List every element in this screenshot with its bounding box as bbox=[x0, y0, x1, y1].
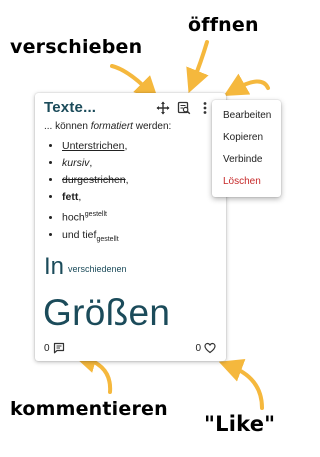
like-button[interactable]: 0 bbox=[195, 342, 216, 354]
context-menu: Bearbeiten Kopieren Verbinde Löschen bbox=[212, 100, 281, 197]
comment-icon[interactable] bbox=[53, 342, 65, 354]
subscript-text: gestellt bbox=[96, 235, 119, 243]
move-icon[interactable] bbox=[156, 101, 170, 115]
callout-open: öffnen bbox=[188, 14, 259, 36]
heart-icon[interactable] bbox=[204, 342, 216, 354]
superscript-text: gestellt bbox=[84, 211, 107, 218]
open-icon[interactable] bbox=[177, 101, 191, 115]
arrow-like bbox=[218, 358, 264, 410]
underline-text: Unterstrichen bbox=[62, 140, 125, 152]
italic-text: kursiv bbox=[62, 157, 90, 169]
card-title: Texte... bbox=[44, 99, 97, 116]
arrow-comment bbox=[72, 349, 113, 394]
strike-text: durgestrichen bbox=[62, 174, 126, 186]
arrow-move bbox=[110, 64, 159, 101]
card-toolbar bbox=[156, 101, 212, 115]
list-item: kursiv, bbox=[62, 157, 129, 170]
size-demo-large: Größen bbox=[43, 292, 171, 333]
intro-text: ... können formatiert werden: bbox=[44, 121, 172, 132]
callout-like: "Like" bbox=[204, 412, 276, 436]
size-demo-line: In verschiedenen bbox=[44, 253, 127, 280]
callout-comment: kommentieren bbox=[10, 398, 168, 420]
arrow-open bbox=[186, 40, 209, 94]
callout-move: verschieben bbox=[10, 36, 143, 58]
list-item: durgestrichen, bbox=[62, 174, 129, 187]
comment-button[interactable]: 0 bbox=[44, 342, 65, 354]
menu-item-connect[interactable]: Verbinde bbox=[212, 149, 281, 171]
list-item: fett, bbox=[62, 191, 129, 204]
more-icon[interactable] bbox=[198, 101, 212, 115]
menu-item-copy[interactable]: Kopieren bbox=[212, 127, 281, 149]
menu-item-delete[interactable]: Löschen bbox=[212, 171, 281, 193]
menu-item-edit[interactable]: Bearbeiten bbox=[212, 105, 281, 127]
arrow-more bbox=[223, 73, 270, 96]
comment-count: 0 bbox=[44, 342, 50, 354]
bold-text: fett bbox=[62, 191, 79, 203]
list-item: Unterstrichen, bbox=[62, 140, 129, 153]
like-count: 0 bbox=[195, 342, 201, 354]
list-item: und tiefgestellt bbox=[62, 229, 129, 246]
text-card: Texte... ... können formatiert werden: U… bbox=[35, 93, 226, 361]
format-list: Unterstrichen, kursiv, durgestrichen, fe… bbox=[46, 140, 129, 250]
list-item: hochgestellt bbox=[62, 208, 129, 225]
